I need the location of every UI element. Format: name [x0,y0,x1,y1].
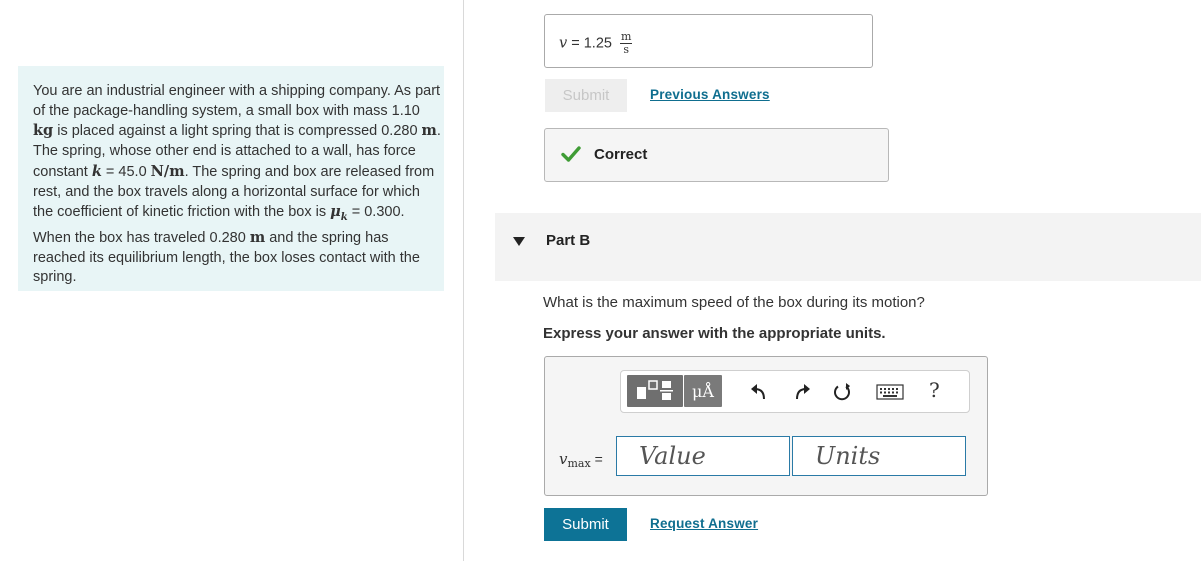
problem-unit: N/m [150,162,185,180]
answer-unit-denominator: s [623,43,630,56]
previous-answers-link[interactable]: Previous Answers [650,87,770,102]
problem-unit: kg [33,122,54,140]
submit-button[interactable]: Submit [544,508,627,541]
problem-subscript: k [340,212,348,224]
problem-text: is placed against a light spring that is… [53,123,422,140]
part-a-submit-button[interactable]: Submit [545,79,627,112]
caret-down-icon[interactable] [513,237,525,247]
request-answer-link[interactable]: Request Answer [650,516,758,531]
answer-editor: μÅ ? vmax = [544,356,988,496]
keyboard-icon[interactable] [876,384,904,400]
column-divider [463,0,464,561]
vmax-equals: = [590,451,603,467]
part-b-header[interactable]: Part B [495,213,1201,281]
vmax-subscript: max [567,457,591,470]
correct-feedback: Correct [544,128,889,182]
problem-text: You are an industrial engineer with a sh… [33,83,441,119]
correct-label: Correct [594,146,648,163]
part-b-title: Part B [546,232,591,249]
answer-value: 1.25 [583,35,612,52]
vmax-label: vmax = [559,450,603,470]
undo-icon[interactable] [748,381,770,403]
previous-answer: v = 1.25 m s [559,31,633,56]
problem-unit: m [249,228,266,246]
previous-answer-box: v = 1.25 m s [544,14,873,68]
check-icon [561,146,581,162]
redo-icon[interactable] [791,381,813,403]
answer-equals: = [567,35,584,52]
reset-icon[interactable] [831,381,853,403]
problem-unit: m [421,122,437,140]
units-button[interactable]: μÅ [684,375,722,407]
templates-icon [637,380,673,400]
problem-variable: μ [330,203,341,221]
answer-variable: v [559,35,568,52]
problem-variable: k [91,162,102,180]
help-icon[interactable]: ? [929,378,940,402]
instruction-text: Express your answer with the appropriate… [543,325,886,342]
question-text: What is the maximum speed of the box dur… [543,294,925,311]
templates-button[interactable] [627,375,683,407]
units-input[interactable] [792,436,966,476]
problem-statement: You are an industrial engineer with a sh… [18,66,444,291]
value-input[interactable] [616,436,790,476]
answer-unit: m s [620,31,633,56]
math-toolbar: μÅ ? [620,370,970,413]
problem-text: = 45.0 [101,163,151,180]
